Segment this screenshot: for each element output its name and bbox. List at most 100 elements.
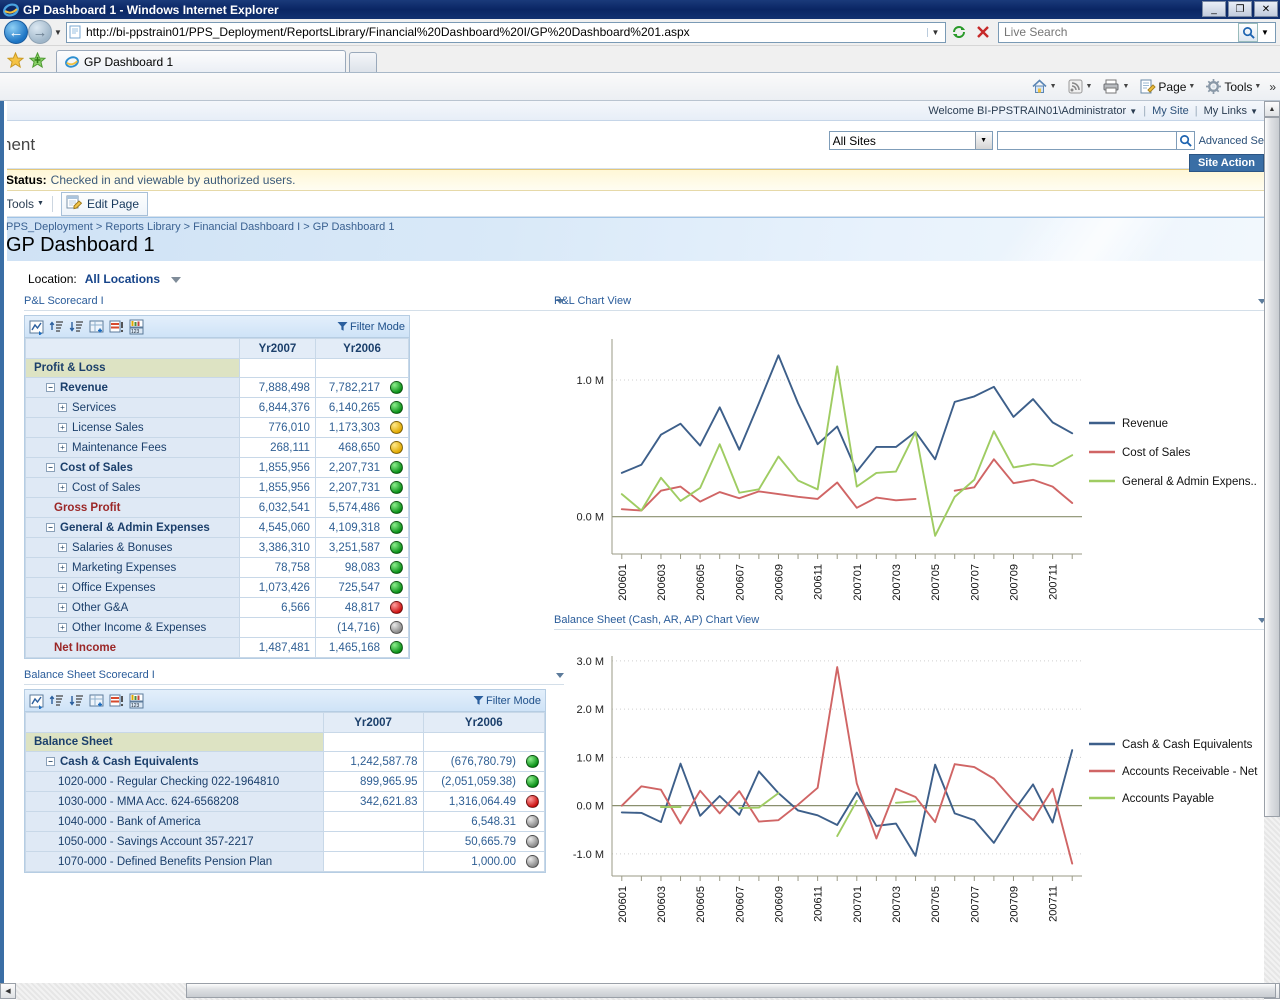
row-label[interactable]: 1070-000 - Defined Benefits Pension Plan	[25, 851, 324, 872]
row-label[interactable]: + Salaries & Bonuses	[25, 537, 240, 558]
my-links-menu[interactable]: My Links ▼	[1204, 105, 1258, 117]
stop-button[interactable]	[972, 22, 994, 43]
table-row[interactable]: − General & Admin Expenses 4,545,060 4,109,…	[25, 517, 409, 538]
favorites-center-icon[interactable]	[4, 48, 26, 72]
print-button[interactable]: ▼	[1098, 76, 1133, 97]
bs-scorecard-menu-chevron-icon[interactable]	[556, 672, 564, 678]
row-label[interactable]: Gross Profit	[25, 497, 240, 518]
home-caret-icon[interactable]: ▼	[1050, 83, 1057, 90]
expand-node-icon[interactable]: +	[58, 562, 67, 572]
page-menu[interactable]: Page ▼	[1135, 76, 1199, 97]
scroll-up-arrow-icon[interactable]: ▲	[1264, 101, 1280, 117]
annotation-icon[interactable]	[109, 319, 125, 335]
horizontal-scroll-thumb[interactable]	[186, 983, 1276, 998]
table-row[interactable]: + Other Income & Expenses (14,716)	[25, 617, 409, 638]
breadcrumb-item-1[interactable]: Reports Library	[105, 221, 180, 233]
expand-node-icon[interactable]: +	[58, 602, 67, 612]
refresh-scorecard-icon[interactable]	[29, 319, 45, 335]
collapse-all-icon[interactable]	[69, 693, 85, 709]
table-row[interactable]: + Maintenance Fees 268,111 468,650	[25, 437, 409, 458]
bs-filter-mode-button[interactable]: Filter Mode	[473, 695, 541, 707]
expand-all-icon[interactable]	[49, 693, 65, 709]
row-label[interactable]: + Other G&A	[25, 597, 240, 618]
row-label[interactable]: + Marketing Expenses	[25, 557, 240, 578]
site-search-input[interactable]	[996, 131, 1177, 150]
live-search-box[interactable]: ▼	[998, 21, 1276, 43]
table-row[interactable]: 1040-000 - Bank of America 6,548.31	[25, 811, 545, 832]
location-filter[interactable]: Location: All Locations	[0, 261, 1264, 295]
feeds-caret-icon[interactable]: ▼	[1086, 83, 1093, 90]
vertical-scroll-thumb[interactable]	[1264, 117, 1280, 817]
browser-tab[interactable]: GP Dashboard 1	[56, 50, 346, 72]
page-vertical-scrollbar[interactable]: ▲ ▼	[1264, 101, 1280, 999]
row-label[interactable]: − General & Admin Expenses	[25, 517, 240, 538]
row-label[interactable]: − Cash & Cash Equivalents	[25, 751, 324, 772]
collapse-node-icon[interactable]: −	[46, 382, 55, 392]
expand-node-icon[interactable]: +	[58, 542, 67, 552]
url-dropdown-icon[interactable]: ▼	[927, 27, 943, 37]
tools-caret-icon[interactable]: ▼	[1254, 83, 1261, 90]
table-row[interactable]: 1070-000 - Defined Benefits Pension Plan…	[25, 851, 545, 872]
table-row[interactable]: + Other G&A 6,566 48,817	[25, 597, 409, 618]
table-row[interactable]: 1050-000 - Savings Account 357-2217 50,66…	[25, 831, 545, 852]
page-tools-caret-icon[interactable]: ▼	[37, 200, 44, 207]
my-links-caret-icon[interactable]: ▼	[1250, 107, 1258, 116]
search-go-icon[interactable]	[1238, 22, 1258, 42]
table-row[interactable]: Net Income 1,487,481 1,465,168	[25, 637, 409, 658]
annotation-icon[interactable]	[109, 693, 125, 709]
row-label[interactable]: Net Income	[25, 637, 240, 658]
collapse-node-icon[interactable]: −	[46, 756, 55, 766]
expand-all-icon[interactable]	[49, 319, 65, 335]
table-row[interactable]: 1020-000 - Regular Checking 022-1964810 8…	[25, 771, 545, 792]
table-row[interactable]: + Salaries & Bonuses 3,386,310 3,251,587	[25, 537, 409, 558]
row-label[interactable]: + Cost of Sales	[25, 477, 240, 498]
table-row[interactable]: + Services 6,844,376 6,140,265	[25, 397, 409, 418]
collapse-node-icon[interactable]: −	[46, 522, 55, 532]
table-row[interactable]: + Office Expenses 1,073,426 725,547	[25, 577, 409, 598]
location-filter-chevron-down-icon[interactable]	[171, 277, 182, 283]
scroll-left-arrow-icon[interactable]: ◀	[0, 983, 16, 999]
row-label[interactable]: 1040-000 - Bank of America	[25, 811, 324, 832]
collapse-node-icon[interactable]: −	[46, 462, 55, 472]
breadcrumb-item-0[interactable]: PPS_Deployment	[6, 221, 93, 233]
page-horizontal-scrollbar[interactable]: ◀ ▶	[0, 983, 1280, 1000]
table-row[interactable]: + License Sales 776,010 1,173,303	[25, 417, 409, 438]
history-dropdown-icon[interactable]: ▼	[52, 28, 64, 37]
advanced-search-link[interactable]: Advanced Se	[1199, 135, 1264, 147]
tools-menu[interactable]: Tools ▼	[1201, 76, 1265, 97]
collapse-all-icon[interactable]	[69, 319, 85, 335]
row-label[interactable]: + Services	[25, 397, 240, 418]
values-icon[interactable]: 123	[129, 319, 145, 335]
home-button[interactable]: ▼	[1027, 76, 1061, 97]
table-row[interactable]: Profit & Loss	[25, 358, 409, 378]
print-caret-icon[interactable]: ▼	[1122, 83, 1129, 90]
add-to-favorites-icon[interactable]	[26, 48, 48, 72]
row-label[interactable]: + Office Expenses	[25, 577, 240, 598]
feeds-button[interactable]: ▼	[1063, 76, 1097, 97]
row-label[interactable]: 1020-000 - Regular Checking 022-1964810	[25, 771, 324, 792]
table-row[interactable]: + Cost of Sales 1,855,956 2,207,731	[25, 477, 409, 498]
refresh-button[interactable]	[948, 22, 970, 43]
row-label[interactable]: + Other Income & Expenses	[25, 617, 240, 638]
row-label[interactable]: + License Sales	[25, 417, 240, 438]
search-scope-select[interactable]: All Sites ▼	[828, 131, 993, 150]
refresh-scorecard-icon[interactable]	[29, 693, 45, 709]
location-filter-value[interactable]: All Locations	[85, 272, 160, 286]
search-provider-dropdown-icon[interactable]: ▼	[1258, 28, 1272, 37]
welcome-user-menu[interactable]: Welcome BI-PPSTRAIN01\Administrator ▼	[928, 105, 1137, 117]
command-overflow-icon[interactable]: »	[1267, 80, 1276, 94]
values-icon[interactable]: 123	[129, 693, 145, 709]
site-actions-menu[interactable]: Site Action	[1188, 154, 1264, 172]
close-button[interactable]: ✕	[1254, 1, 1278, 17]
search-scope-chevron-down-icon[interactable]: ▼	[974, 132, 992, 149]
expand-node-icon[interactable]: +	[58, 582, 67, 592]
table-row[interactable]: 1030-000 - MMA Acc. 624-6568208 342,621.8…	[25, 791, 545, 812]
table-row[interactable]: − Cash & Cash Equivalents 1,242,587.78 (676…	[25, 751, 545, 772]
row-label[interactable]: 1030-000 - MMA Acc. 624-6568208	[25, 791, 324, 812]
row-label[interactable]: − Cost of Sales	[25, 457, 240, 478]
table-row[interactable]: + Marketing Expenses 78,758 98,083	[25, 557, 409, 578]
row-label[interactable]: + Maintenance Fees	[25, 437, 240, 458]
welcome-caret-icon[interactable]: ▼	[1129, 107, 1137, 116]
expand-node-icon[interactable]: +	[58, 482, 67, 492]
table-row[interactable]: Balance Sheet	[25, 732, 545, 752]
